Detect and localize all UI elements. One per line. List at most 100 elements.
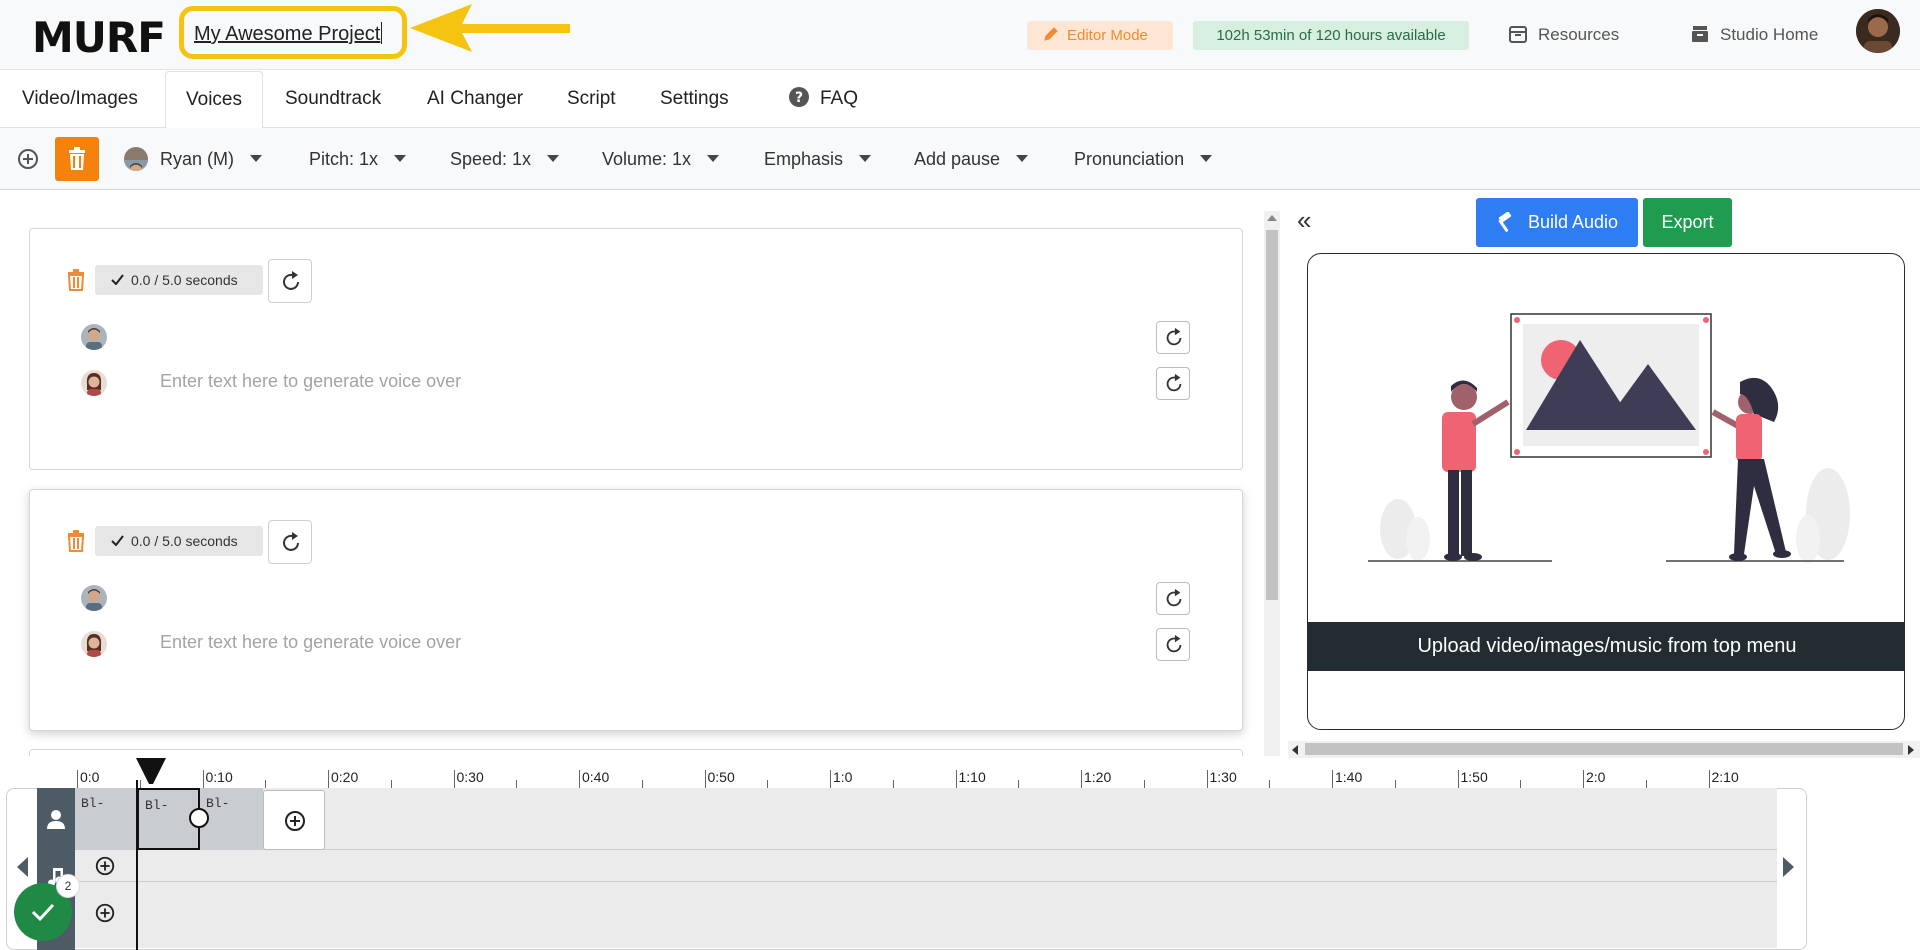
project-title-highlight: My Awesome Project [179, 6, 407, 59]
voice-block[interactable]: 0.0 / 5.0 seconds Enter text here to gen… [29, 489, 1243, 731]
hours-available-badge: 102h 53min of 120 hours available [1193, 21, 1469, 50]
regenerate-line-button[interactable] [1156, 321, 1190, 354]
segment-resize-handle[interactable] [188, 807, 210, 829]
scroll-right-arrow-icon[interactable] [1907, 744, 1915, 756]
voice-line-avatar-male[interactable] [81, 324, 107, 350]
trash-icon[interactable] [66, 269, 86, 291]
delete-block-button[interactable] [55, 137, 99, 181]
timeline-tick-minor [1018, 780, 1020, 788]
upload-illustration-icon [1368, 313, 1850, 563]
collapse-panel-icon[interactable]: « [1297, 207, 1311, 233]
timeline-scroll-left-icon[interactable] [15, 856, 29, 878]
add-pause-dropdown[interactable]: Add pause [914, 128, 1029, 190]
refresh-icon [283, 271, 299, 290]
timeline-tick-major [704, 770, 706, 788]
voice-selector[interactable]: Ryan (M) [124, 128, 263, 190]
timeline-tick-label: 1:10 [958, 769, 986, 785]
scroll-up-arrow-icon[interactable] [1266, 214, 1278, 222]
speed-label: Speed: 1x [450, 149, 532, 169]
regenerate-block-button[interactable] [268, 259, 312, 303]
add-block-icon[interactable] [16, 147, 40, 171]
check-icon [111, 274, 124, 285]
text-cursor [381, 22, 383, 44]
timeline-block-segment[interactable]: Bl- [75, 788, 138, 850]
plus-circle-icon [285, 811, 305, 831]
voice-line-avatar-female[interactable] [81, 370, 107, 396]
voice-line-avatar-male[interactable] [81, 585, 107, 611]
timeline-ruler[interactable]: 0:0 0:10 0:20 0:30 0:40 0:50 1:0 1:10 1:20 1:30 1:… [74, 758, 1776, 788]
project-title-input[interactable]: My Awesome Project [194, 22, 383, 46]
scroll-left-arrow-icon[interactable] [1291, 744, 1299, 756]
regenerate-block-button[interactable] [268, 520, 312, 564]
resources-link[interactable]: Resources [1508, 22, 1619, 48]
timeline-tick-major [955, 770, 957, 788]
playhead-line [136, 780, 138, 950]
pronunciation-dropdown[interactable]: Pronunciation [1074, 128, 1213, 190]
duration-badge[interactable]: 0.0 / 5.0 seconds [95, 526, 263, 556]
voice-toolbar: Ryan (M) Pitch: 1x Speed: 1x Volume: 1x … [0, 128, 1920, 190]
timeline-tick-label: 0:10 [205, 769, 233, 785]
person-icon[interactable] [45, 808, 67, 830]
refresh-icon [283, 532, 299, 551]
add-music-icon[interactable] [94, 855, 116, 877]
archive-icon [1692, 26, 1708, 42]
pitch-dropdown[interactable]: Pitch: 1x [309, 128, 407, 190]
timeline-tick-label: 2:10 [1711, 769, 1739, 785]
timeline-tick-major [77, 770, 78, 788]
trash-icon [69, 147, 85, 170]
timeline-tick-major [202, 770, 204, 788]
annotation-arrow-icon [410, 4, 570, 52]
timeline-tick-major [1583, 770, 1584, 788]
timeline-tick-major [1708, 770, 1710, 788]
trash-icon[interactable] [66, 530, 86, 552]
preview-scrollbar-thumb[interactable] [1305, 743, 1903, 755]
faq-label: FAQ [820, 88, 859, 109]
voice-text-placeholder[interactable]: Enter text here to generate voice over [160, 632, 461, 653]
emphasis-dropdown[interactable]: Emphasis [764, 128, 872, 190]
speed-dropdown[interactable]: Speed: 1x [450, 128, 560, 190]
tab-video-images[interactable]: Video/Images [2, 71, 158, 128]
regenerate-line-button[interactable] [1156, 582, 1190, 615]
voice-block[interactable] [29, 749, 1243, 756]
tab-voices[interactable]: Voices [165, 71, 263, 129]
music-track[interactable] [75, 850, 1777, 882]
user-avatar-icon [1856, 9, 1900, 53]
tab-settings[interactable]: Settings [640, 71, 749, 128]
refresh-icon [1166, 634, 1182, 653]
export-button[interactable]: Export [1643, 198, 1732, 247]
extra-track[interactable] [75, 882, 1777, 948]
faq-link[interactable]: ? FAQ [768, 71, 878, 128]
add-segment-button[interactable] [263, 790, 325, 850]
chevron-down-icon [250, 155, 263, 162]
voice-text-placeholder[interactable]: Enter text here to generate voice over [160, 371, 461, 392]
voice-block[interactable]: 0.0 / 5.0 seconds Enter text here to gen… [29, 228, 1243, 470]
voice-line-avatar-female[interactable] [81, 631, 107, 657]
voice-track[interactable] [75, 788, 1777, 850]
chevron-down-icon [394, 155, 407, 162]
timeline-scroll-right-icon[interactable] [1782, 856, 1796, 878]
blocks-scrollbar-thumb[interactable] [1266, 230, 1278, 600]
regenerate-line-button[interactable] [1156, 628, 1190, 661]
timeline-tick-major [328, 770, 329, 788]
timeline-tick-minor [516, 780, 518, 788]
regenerate-line-button[interactable] [1156, 367, 1190, 400]
studio-home-link[interactable]: Studio Home [1690, 22, 1818, 48]
volume-dropdown[interactable]: Volume: 1x [602, 128, 720, 190]
check-icon [31, 903, 55, 922]
project-title-text: My Awesome Project [194, 23, 381, 45]
tab-script[interactable]: Script [547, 71, 636, 128]
tab-soundtrack[interactable]: Soundtrack [265, 71, 401, 128]
murf-logo[interactable]: MURF [32, 13, 166, 62]
timeline-tick-minor [1269, 780, 1271, 788]
editor-mode-badge[interactable]: Editor Mode [1027, 21, 1173, 50]
duration-badge[interactable]: 0.0 / 5.0 seconds [95, 265, 263, 295]
checklist-count-badge: 2 [56, 874, 80, 898]
tab-ai-changer[interactable]: AI Changer [407, 71, 543, 128]
user-avatar[interactable] [1856, 9, 1900, 53]
timeline-tick-minor [265, 780, 267, 788]
add-track-icon[interactable] [94, 902, 116, 924]
build-audio-button[interactable]: Build Audio [1476, 198, 1638, 247]
playhead-marker-icon[interactable] [136, 758, 166, 784]
main-tabs: Video/Images Voices Soundtrack AI Change… [0, 71, 1920, 129]
timeline-tick-minor [767, 780, 769, 788]
